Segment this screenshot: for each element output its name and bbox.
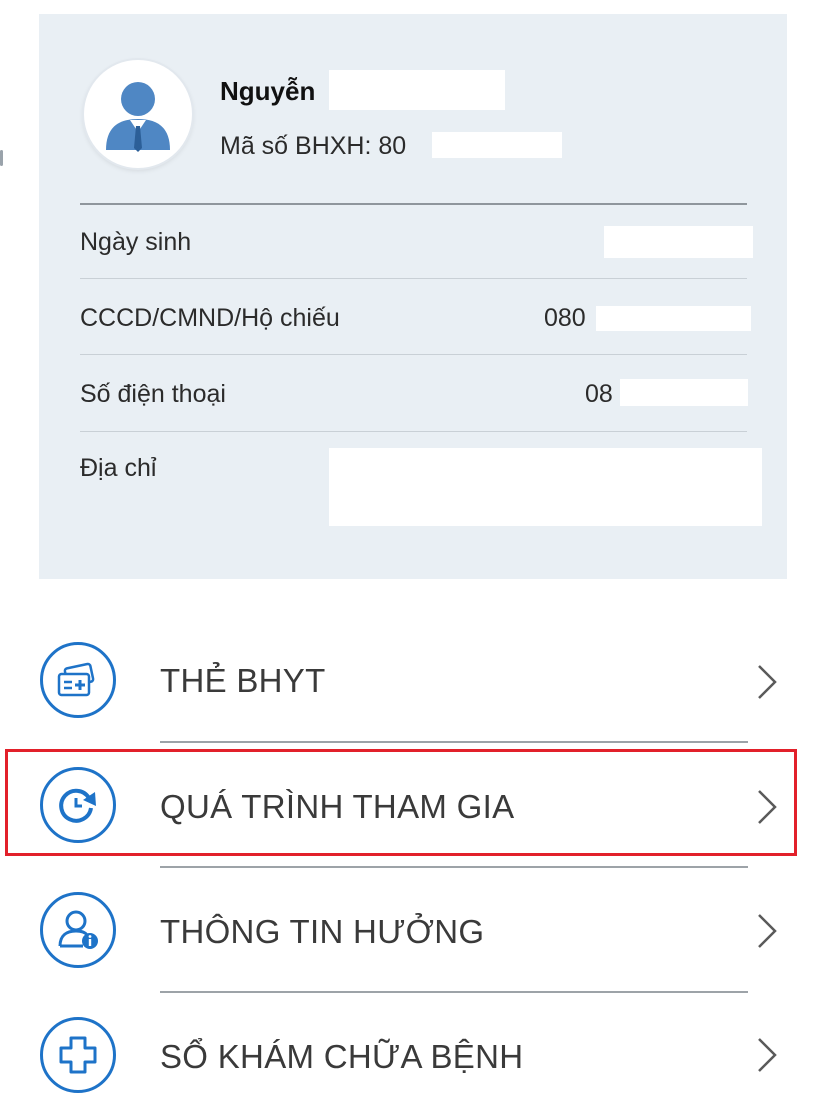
menu-label-health-card: THẺ BHYT [160, 662, 326, 699]
redacted-birthdate [604, 226, 753, 258]
info-row-id: CCCD/CMND/Hộ chiếu 080 [80, 279, 751, 355]
id-label: CCCD/CMND/Hộ chiếu [80, 304, 340, 332]
chevron-right-icon [756, 1037, 778, 1078]
phone-value: 08 [585, 380, 613, 408]
redacted-phone [620, 379, 748, 406]
menu-label-benefit-info: THÔNG TIN HƯỞNG [160, 913, 485, 950]
birthdate-label: Ngày sinh [80, 228, 192, 256]
id-value: 080 [544, 304, 586, 332]
medical-cross-icon [40, 1017, 116, 1093]
menu-divider [160, 991, 748, 993]
phone-label: Số điện thoại [80, 380, 226, 408]
redacted-address [329, 448, 762, 526]
user-name: Nguyễn [220, 76, 316, 106]
info-row-phone: Số điện thoại 08 [80, 355, 748, 432]
menu-item-benefit-info[interactable]: THÔNG TIN HƯỞNG [0, 870, 827, 990]
redacted-id [596, 306, 751, 331]
redacted-name [329, 70, 505, 110]
menu-item-health-card[interactable]: THẺ BHYT [0, 622, 827, 742]
menu-item-medical-record[interactable]: SỔ KHÁM CHỮA BỆNH [0, 995, 827, 1115]
menu-divider [160, 866, 748, 868]
health-card-icon [40, 642, 116, 718]
menu-label-medical-record: SỔ KHÁM CHỮA BỆNH [160, 1038, 524, 1075]
info-row-birthdate: Ngày sinh [80, 205, 753, 279]
screen-edge-marker [0, 150, 3, 166]
highlight-annotation [5, 749, 797, 856]
info-row-address: Địa chỉ [80, 432, 770, 532]
address-label: Địa chỉ [80, 454, 157, 482]
user-info-icon [40, 892, 116, 968]
redacted-bhxh [432, 132, 562, 158]
chevron-right-icon [756, 664, 778, 705]
chevron-right-icon [756, 913, 778, 954]
profile-card: Nguyễn Mã số BHXH: 80 Ngày sinh CCCD/CMN… [39, 14, 787, 579]
menu-divider [160, 741, 748, 743]
user-avatar-icon [84, 60, 192, 168]
bhxh-number: Mã số BHXH: 80 [220, 132, 407, 160]
